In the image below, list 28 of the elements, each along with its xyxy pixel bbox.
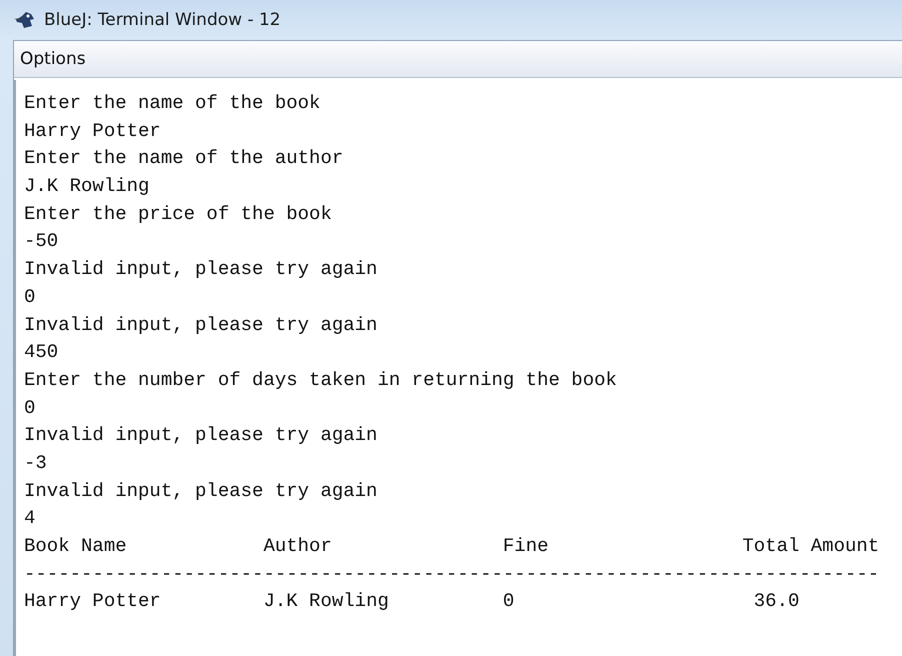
terminal-text: Author: [263, 535, 332, 557]
terminal-text: Book Name: [24, 535, 127, 557]
terminal-text: Enter the number of days taken in returning the book: [24, 368, 617, 391]
terminal-text: Invalid input, please try again: [24, 258, 378, 280]
terminal-text: J.K Rowling: [24, 175, 150, 198]
terminal-text: Fine: [502, 535, 549, 557]
window-title: BlueJ: Terminal Window - 12: [44, 10, 281, 30]
terminal-text: Invalid input, please try again: [24, 424, 378, 446]
terminal-text: 0: [24, 396, 36, 419]
terminal-text: Enter the price of the book: [24, 202, 332, 225]
terminal-text: Total Amount: [742, 535, 880, 557]
menu-item[interactable]: Options: [18, 47, 88, 71]
bird-logo-icon: [14, 11, 36, 29]
terminal-text: 0: [24, 286, 36, 308]
terminal-text: Enter the name of the author: [24, 147, 344, 170]
separator-line: ---------------------------------------------------------------------------: [24, 562, 880, 585]
terminal-text: 0: [502, 590, 514, 612]
terminal-text: -3: [24, 452, 47, 474]
terminal-text: -50: [24, 230, 58, 252]
terminal-text: Harry Potter: [24, 120, 161, 142]
terminal-text: Harry Potter: [24, 590, 161, 612]
terminal-text: J.K Rowling: [263, 590, 389, 612]
terminal-text: Invalid input, please try again: [24, 480, 378, 502]
terminal-text: 36.0: [754, 590, 800, 612]
terminal-text: Enter the name of the book: [24, 92, 320, 114]
terminal-text: Invalid input, please try again: [24, 314, 378, 336]
terminal-text: 4: [24, 507, 36, 530]
terminal-text: 450: [24, 341, 58, 364]
